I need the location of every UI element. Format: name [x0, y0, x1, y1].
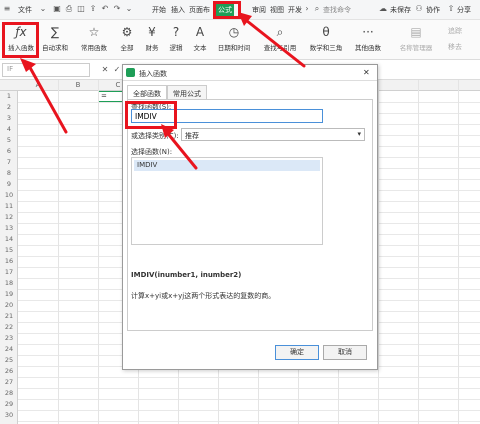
spreadsheet-window: ≡ 文件 ⌄ ▣ ⎙ ◫ ⇪ ↶ ↷ ⌄ 开始 插入 页面布 公式 审阅 视图 … [0, 0, 480, 424]
annotation-arrows [20, 12, 306, 170]
